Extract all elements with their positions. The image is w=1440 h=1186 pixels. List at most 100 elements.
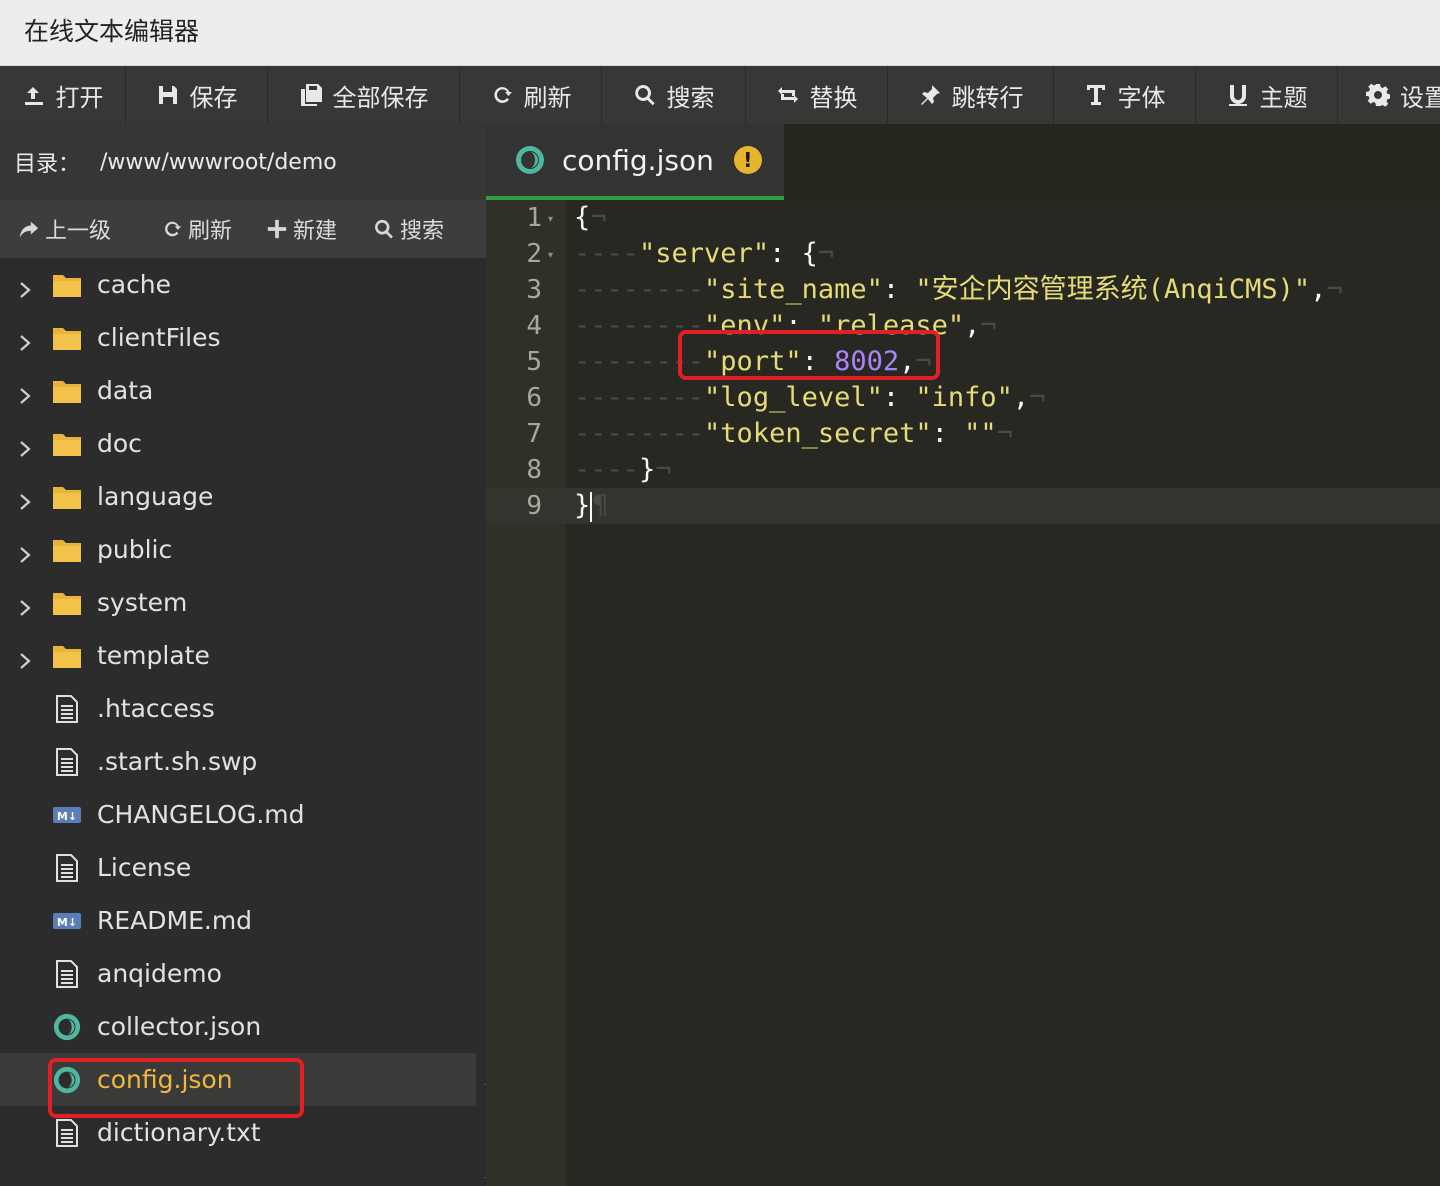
save-label: 保存: [189, 83, 238, 112]
plus-icon: [267, 219, 287, 239]
file-name: data: [97, 376, 154, 405]
file-tree-panel: 目录： /www/wwwroot/demo 上一级 刷新 新建 搜索 cache…: [0, 124, 486, 1186]
file-name: CHANGELOG.md: [97, 800, 305, 829]
font-icon: [1086, 85, 1105, 105]
line-number: 3: [526, 275, 542, 305]
text-file-icon: [52, 853, 82, 882]
chevron-right-icon[interactable]: [16, 276, 34, 298]
fold-toggle-icon[interactable]: ▾: [548, 250, 553, 261]
theme-button[interactable]: 主题: [1196, 66, 1338, 124]
folder-item[interactable]: language: [0, 470, 476, 523]
code-brace: }: [639, 454, 656, 485]
tree-refresh-button[interactable]: 刷新: [161, 213, 232, 245]
font-button[interactable]: 字体: [1054, 66, 1196, 124]
json-file-icon: [52, 1013, 82, 1041]
file-name: collector.json: [97, 1012, 262, 1041]
folder-icon: [52, 642, 82, 670]
file-item[interactable]: .htaccess: [0, 682, 476, 735]
json-file-icon: [516, 146, 544, 174]
chevron-right-icon[interactable]: [16, 435, 34, 457]
markdown-file-icon: M↓: [52, 801, 82, 829]
new-file-button[interactable]: 新建: [266, 213, 337, 245]
chevron-right-icon[interactable]: [16, 382, 34, 404]
code-brace: {: [574, 202, 591, 233]
text-file-icon: [52, 959, 82, 988]
open-label: 打开: [55, 83, 104, 112]
pin-icon: [920, 85, 940, 105]
folder-item[interactable]: cache: [0, 258, 476, 311]
code-value: "": [964, 418, 997, 449]
save-button[interactable]: 保存: [126, 66, 268, 124]
code-brace: }: [574, 490, 591, 521]
code-value: "安企内容管理系统(AnqiCMS)": [915, 274, 1311, 305]
file-name: README.md: [97, 906, 253, 935]
goto-line-button[interactable]: 跳转行: [888, 66, 1054, 124]
replace-button[interactable]: 替换: [746, 66, 888, 124]
folder-icon: [52, 377, 82, 405]
refresh-icon: [165, 221, 182, 237]
code-key: "server": [639, 238, 770, 269]
code-line-8: ----}¬: [574, 454, 672, 485]
folder-item[interactable]: clientFiles: [0, 311, 476, 364]
folder-item[interactable]: data: [0, 364, 476, 417]
code-line-2: ----"server": {¬: [574, 238, 835, 269]
file-name: .start.sh.swp: [97, 747, 258, 776]
folder-item[interactable]: template: [0, 629, 476, 682]
directory-label: 目录：: [14, 152, 81, 177]
file-name: doc: [97, 429, 142, 458]
refresh-label: 刷新: [523, 83, 572, 112]
editor-line: 9: [486, 488, 1440, 524]
code-key: "log_level": [704, 382, 883, 413]
text-file-icon: [52, 694, 82, 723]
save-all-button[interactable]: 全部保存: [268, 66, 460, 124]
file-item[interactable]: License: [0, 841, 476, 894]
tree-search-button[interactable]: 搜索: [373, 213, 444, 245]
line-number: 6: [526, 383, 542, 413]
file-item[interactable]: .start.sh.swp: [0, 735, 476, 788]
file-name: cache: [97, 270, 172, 299]
code-line-1: {¬: [574, 202, 607, 233]
open-button[interactable]: 打开: [0, 66, 126, 124]
save-all-label: 全部保存: [332, 83, 429, 112]
editor-tab-bar: config.json !: [486, 124, 1440, 200]
folder-item[interactable]: doc: [0, 417, 476, 470]
fold-toggle-icon[interactable]: ▾: [548, 214, 553, 225]
tab-config-json[interactable]: config.json !: [486, 124, 784, 200]
main-toolbar: 打开 保存 全部保存 刷新 搜索 替换 跳转行 字体 主题 设置: [0, 66, 1440, 124]
settings-button[interactable]: 设置: [1338, 66, 1440, 124]
directory-path[interactable]: /www/wwwroot/demo: [100, 150, 337, 175]
chevron-right-icon[interactable]: [16, 488, 34, 510]
chevron-right-icon[interactable]: [16, 329, 34, 351]
up-level-button[interactable]: 上一级: [18, 213, 111, 245]
line-number: 9: [526, 491, 542, 521]
file-name: anqidemo: [97, 959, 222, 988]
refresh-button[interactable]: 刷新: [460, 66, 602, 124]
svg-text:M↓: M↓: [57, 916, 77, 929]
folder-icon: [52, 271, 82, 299]
file-name: dictionary.txt: [97, 1118, 261, 1147]
code-key: "site_name": [704, 274, 883, 305]
text-file-icon: [52, 1118, 82, 1147]
chevron-right-icon[interactable]: [16, 647, 34, 669]
chevron-right-icon[interactable]: [16, 594, 34, 616]
folder-item[interactable]: system: [0, 576, 476, 629]
line-number: 2: [526, 239, 542, 269]
file-item[interactable]: collector.json: [0, 1000, 476, 1053]
code-editor[interactable]: 1 ▾ 2 ▾ 3 4 5 6 7 8 9 {¬ ----"server": {¬ --------…: [486, 200, 1440, 1186]
folder-item[interactable]: public: [0, 523, 476, 576]
markdown-file-icon: M↓: [52, 907, 82, 935]
file-name: system: [97, 588, 188, 617]
code-key: "token_secret": [704, 418, 932, 449]
chevron-right-icon[interactable]: [16, 541, 34, 563]
file-item[interactable]: M↓ README.md: [0, 894, 476, 947]
replace-label: 替换: [809, 83, 858, 112]
file-item[interactable]: anqidemo: [0, 947, 476, 1000]
highlight-annotation: [48, 1058, 304, 1118]
search-button[interactable]: 搜索: [602, 66, 746, 124]
file-name: public: [97, 535, 173, 564]
search-icon: [375, 219, 393, 239]
settings-label: 设置: [1400, 83, 1440, 112]
file-item[interactable]: M↓ CHANGELOG.md: [0, 788, 476, 841]
folder-icon: [52, 324, 82, 352]
directory-bar: 目录： /www/wwwroot/demo: [0, 124, 486, 200]
